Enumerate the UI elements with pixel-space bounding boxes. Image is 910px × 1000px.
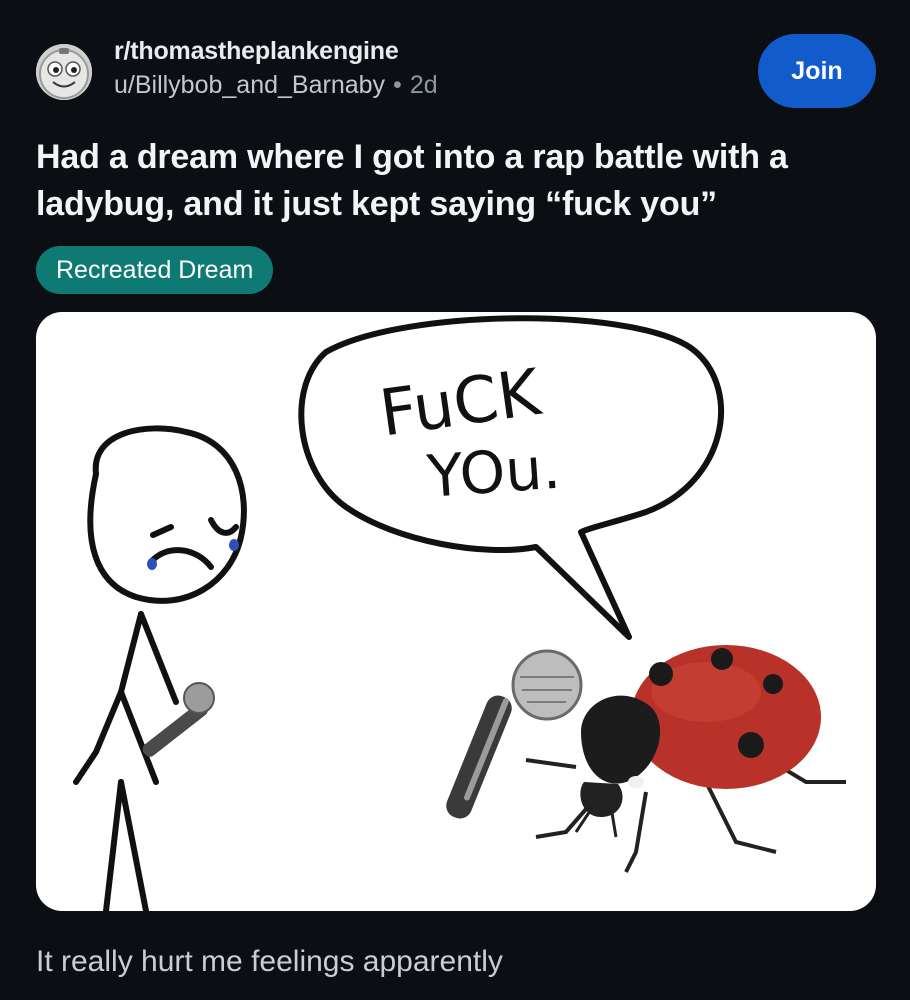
post-header: r/thomastheplankengine u/Billybob_and_Ba… [36,34,876,112]
subreddit-avatar-face-icon [36,44,92,100]
ladybug-microphone-icon [446,649,583,819]
post-age: 2d [409,71,438,99]
post-flair[interactable]: Recreated Dream [36,246,274,294]
stick-figure [73,425,247,911]
author-username[interactable]: u/Billybob_and_Barnaby [114,71,385,99]
tear-left [147,558,157,570]
post-title[interactable]: Had a dream where I got into a rap battl… [36,134,876,228]
post-image[interactable]: FuCK YOu. [36,312,876,911]
subreddit-avatar[interactable] [36,44,92,100]
author-line: u/Billybob_and_Barnaby • 2d [114,68,438,102]
tear-right [229,539,239,551]
figure-microphone-icon [142,682,215,757]
post-meta: r/thomastheplankengine u/Billybob_and_Ba… [114,34,438,102]
subreddit-name[interactable]: r/thomastheplankengine [114,34,438,68]
join-button[interactable]: Join [758,34,876,108]
separator-dot: • [393,71,402,99]
post-body: It really hurt me feelings apparently [36,945,503,978]
reddit-post: r/thomastheplankengine u/Billybob_and_Ba… [0,0,910,1000]
speech-text-line-2: YOu. [424,434,563,511]
comic-illustration: FuCK YOu. [73,315,846,911]
